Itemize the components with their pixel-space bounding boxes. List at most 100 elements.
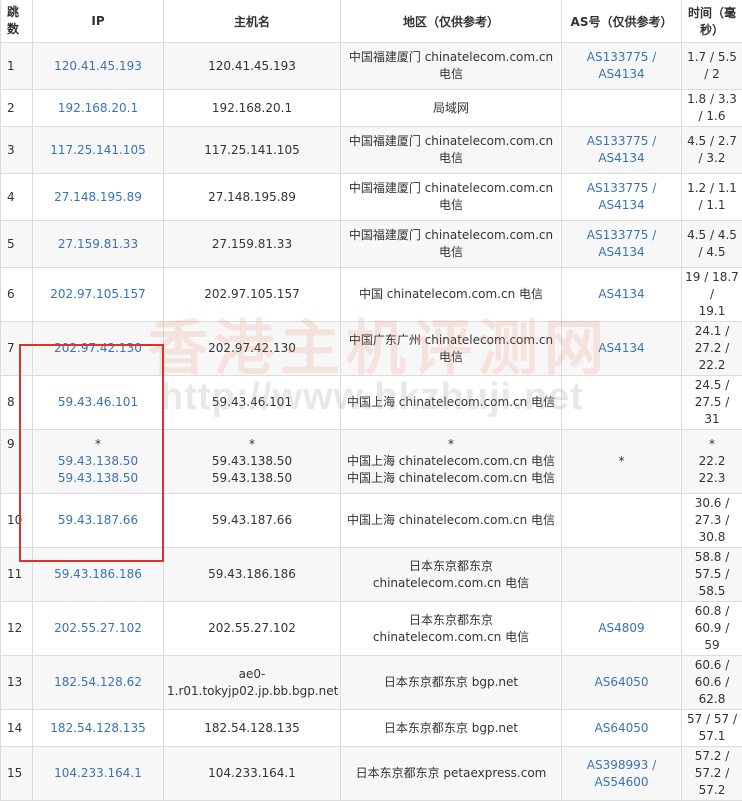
ip-cell: 120.41.45.193	[33, 43, 164, 90]
hostname-text: 59.43.138.50	[167, 470, 337, 487]
ip-link[interactable]: 192.168.20.1	[36, 100, 160, 117]
location-text: 中国上海 chinatelecom.com.cn 电信	[344, 453, 558, 470]
ip-link[interactable]: 59.43.187.66	[36, 512, 160, 529]
as-number-link[interactable]: AS4134	[565, 244, 678, 261]
ip-link[interactable]: 104.233.164.1	[36, 765, 160, 782]
ip-link[interactable]: 182.54.128.135	[36, 720, 160, 737]
as-number-link[interactable]: AS64050	[565, 674, 678, 691]
hostname-text: 27.159.81.33	[167, 236, 337, 253]
hop-cell: 5	[1, 221, 33, 268]
location-text: chinatelecom.com.cn 电信	[344, 575, 558, 592]
hostname-cell: ae0-1.r01.tokyjp02.jp.bb.bgp.net	[164, 656, 341, 710]
time-cell: 19 / 18.7 /19.1	[682, 268, 742, 322]
time-cell: 57 / 57 / 57.1	[682, 710, 742, 747]
time-text: 31	[685, 411, 739, 428]
time-cell: 1.7 / 5.5 / 2	[682, 43, 742, 90]
hostname-text: 117.25.141.105	[167, 142, 337, 159]
location-cell: 日本东京都东京chinatelecom.com.cn 电信	[341, 602, 562, 656]
hostname-text: 192.168.20.1	[167, 100, 337, 117]
as-number-link[interactable]: AS133775 /	[565, 133, 678, 150]
location-text: 电信	[344, 66, 558, 83]
header-hop: 跳数	[1, 0, 33, 43]
ip-cell: 27.148.195.89	[33, 174, 164, 221]
hop-cell: 3	[1, 127, 33, 174]
as-number-link[interactable]: AS4809	[565, 620, 678, 637]
ip-cell: 59.43.187.66	[33, 494, 164, 548]
hostname-cell: 192.168.20.1	[164, 90, 341, 127]
time-text: 4.5 / 4.5 / 4.5	[685, 227, 739, 261]
as-number-link[interactable]: AS54600	[565, 774, 678, 791]
location-text: 中国福建厦门 chinatelecom.com.cn	[344, 133, 558, 150]
location-text: 中国福建厦门 chinatelecom.com.cn	[344, 180, 558, 197]
time-text: 60.8 / 60.9 /	[685, 603, 739, 637]
header-hostname: 主机名	[164, 0, 341, 43]
ip-link[interactable]: 117.25.141.105	[36, 142, 160, 159]
ip-link[interactable]: 202.97.42.130	[36, 340, 160, 357]
time-text: 22.3	[685, 470, 739, 487]
location-text: 中国上海 chinatelecom.com.cn 电信	[344, 394, 558, 411]
location-cell: 中国福建厦门 chinatelecom.com.cn电信	[341, 127, 562, 174]
as-number-link[interactable]: AS4134	[565, 286, 678, 303]
hop-cell: 14	[1, 710, 33, 747]
location-text: 中国福建厦门 chinatelecom.com.cn	[344, 227, 558, 244]
as-number-link[interactable]: AS398993 /	[565, 757, 678, 774]
location-text: 电信	[344, 197, 558, 214]
as-number-link[interactable]: AS4134	[565, 66, 678, 83]
hostname-text: 59.43.46.101	[167, 394, 337, 411]
ip-link[interactable]: 59.43.138.50	[36, 453, 160, 470]
time-text: 4.5 / 2.7 / 3.2	[685, 133, 739, 167]
location-cell: 中国上海 chinatelecom.com.cn 电信	[341, 494, 562, 548]
time-cell: 4.5 / 4.5 / 4.5	[682, 221, 742, 268]
hostname-cell: 120.41.45.193	[164, 43, 341, 90]
hostname-text: *	[167, 436, 337, 453]
as-number-cell	[562, 548, 682, 602]
table-row: 9*59.43.138.5059.43.138.50*59.43.138.505…	[1, 430, 742, 494]
time-cell: 4.5 / 2.7 / 3.2	[682, 127, 742, 174]
as-number-link[interactable]: AS4134	[565, 150, 678, 167]
as-number-link[interactable]: AS4134	[565, 197, 678, 214]
ip-link[interactable]: 202.97.105.157	[36, 286, 160, 303]
ip-link[interactable]: 120.41.45.193	[36, 58, 160, 75]
table-body: 1120.41.45.193120.41.45.193中国福建厦门 chinat…	[1, 43, 742, 801]
time-text: 60.6 / 60.6 /	[685, 657, 739, 691]
time-cell: 30.6 / 27.3 /30.8	[682, 494, 742, 548]
ip-link[interactable]: 59.43.46.101	[36, 394, 160, 411]
ip-link[interactable]: 59.43.138.50	[36, 470, 160, 487]
ip-link[interactable]: 202.55.27.102	[36, 620, 160, 637]
hop-cell: 9	[1, 430, 33, 494]
hostname-cell: 104.233.164.1	[164, 747, 341, 801]
ip-link[interactable]: 27.148.195.89	[36, 189, 160, 206]
ip-cell: 59.43.186.186	[33, 548, 164, 602]
ip-link[interactable]: 27.159.81.33	[36, 236, 160, 253]
hop-cell: 8	[1, 376, 33, 430]
as-number-text: *	[565, 453, 678, 470]
table-row: 3117.25.141.105117.25.141.105中国福建厦门 chin…	[1, 127, 742, 174]
as-number-link[interactable]: AS4134	[565, 340, 678, 357]
location-text: 中国 chinatelecom.com.cn 电信	[344, 286, 558, 303]
as-number-link[interactable]: AS133775 /	[565, 227, 678, 244]
time-text: 30.6 / 27.3 /	[685, 495, 739, 529]
ip-cell: 202.55.27.102	[33, 602, 164, 656]
time-text: 62.8	[685, 691, 739, 708]
ip-link[interactable]: 182.54.128.62	[36, 674, 160, 691]
hostname-text: 59.43.187.66	[167, 512, 337, 529]
time-text: 58.8 / 57.5 /	[685, 549, 739, 583]
location-text: 电信	[344, 244, 558, 261]
hostname-cell: 59.43.186.186	[164, 548, 341, 602]
hop-cell: 15	[1, 747, 33, 801]
as-number-link[interactable]: AS64050	[565, 720, 678, 737]
time-text: 30.8	[685, 529, 739, 546]
hop-cell: 12	[1, 602, 33, 656]
time-text: 22.2	[685, 357, 739, 374]
ip-cell: 117.25.141.105	[33, 127, 164, 174]
ip-cell: 182.54.128.135	[33, 710, 164, 747]
ip-link[interactable]: 59.43.186.186	[36, 566, 160, 583]
location-text: 中国上海 chinatelecom.com.cn 电信	[344, 512, 558, 529]
as-number-link[interactable]: AS133775 /	[565, 49, 678, 66]
table-row: 1159.43.186.18659.43.186.186日本东京都东京china…	[1, 548, 742, 602]
as-number-cell: *	[562, 430, 682, 494]
as-number-cell: AS4134	[562, 322, 682, 376]
as-number-cell	[562, 90, 682, 127]
hostname-text: 202.55.27.102	[167, 620, 337, 637]
as-number-link[interactable]: AS133775 /	[565, 180, 678, 197]
